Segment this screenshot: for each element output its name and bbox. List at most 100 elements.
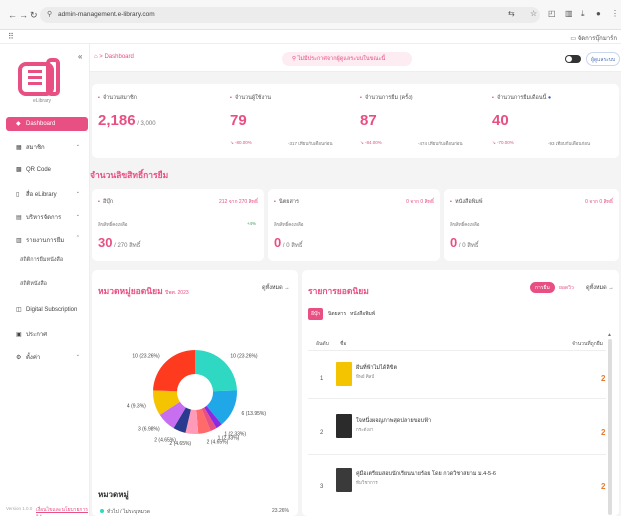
sidebar-item-management[interactable]: ▤ บริหารจัดการ ⌄ [6, 209, 88, 223]
stat-borrow-title: ▪ จำนวนการยืม (ครั้ง) [360, 94, 413, 102]
book-author: กระดังงา [356, 427, 374, 432]
calendar-icon: ▪ [492, 95, 494, 101]
chevron-down-icon: ⌄ [75, 352, 80, 358]
stat-title-text: จำนวนการยืมเดือนนี้ [496, 95, 547, 101]
forward-icon[interactable]: → [19, 10, 28, 20]
translate-icon[interactable]: ⇆ [508, 9, 515, 18]
sidebar-item-settings[interactable]: ⚙ ตั้งค่า ⌄ [6, 349, 88, 363]
scrollbar[interactable] [608, 339, 612, 515]
stat-users-change: ↘ -80.00% [230, 140, 252, 145]
sidebar-item-qr-code[interactable]: ▩ QR Code [6, 163, 88, 177]
license-percent: +4% [246, 221, 256, 226]
announcement-text: ไม่มีประกาศจากผู้ดูแลระบบในขณะนี้ [297, 56, 386, 62]
license-remaining-label: ลิขสิทธิ์คงเหลือ [274, 222, 304, 227]
chevron-down-icon: ⌄ [75, 212, 80, 218]
sidebar-item-dashboard[interactable]: ◆ Dashboard [6, 117, 88, 131]
column-borrow-count: จำนวนที่ถูกยืม [572, 341, 603, 347]
stat-month-compare: -93 เทียบกับเดือนก่อน [548, 141, 591, 146]
sidebar-item-label: รายงานการยืม [26, 238, 65, 244]
period-label[interactable]: ปีพศ. 2023 [165, 290, 189, 296]
stat-month-title: ▪ จำนวนการยืมเดือนนี้ ● [492, 94, 551, 102]
sidebar-item-members[interactable]: ▦ สมาชิก ⌄ [6, 139, 88, 153]
breadcrumb-current: Dashboard [104, 54, 134, 60]
announcement-banner: ⚲ ไม่มีประกาศจากผู้ดูแลระบบในขณะนี้ [282, 52, 412, 66]
popular-categories-title: หมวดหมู่ยอดนิยม ปีพศ. 2023 [98, 284, 189, 298]
license-usage: 212 จาก 270 สิทธิ์ [218, 199, 258, 205]
stat-suffix: / 3,000 [135, 121, 156, 127]
book-author: ทิพย์ ศิลป์ [356, 374, 375, 379]
view-all-books-link[interactable]: ดูทั้งหมด → [586, 284, 614, 292]
view-all-categories-link[interactable]: ดูทั้งหมด → [262, 284, 290, 292]
submenu-borrow-stats[interactable]: สถิติการยืมหนังสือ [20, 256, 63, 264]
info-icon[interactable]: ● [548, 95, 551, 101]
apps-grid-icon[interactable]: ⠿ [8, 32, 14, 41]
book-cover [336, 414, 352, 438]
license-value: 30 / 270 สิทธิ์ [98, 235, 140, 250]
url-text: admin-management.e-library.com [58, 11, 155, 18]
sidebar-item-digital-subscription[interactable]: ◫ Digital Subscription [6, 303, 88, 317]
license-value-text: 30 [98, 235, 113, 250]
subtab-magazine[interactable]: นิตยสาร [328, 310, 346, 318]
sidebar-item-label: Digital Subscription [26, 307, 78, 313]
profile-icon[interactable]: ● [596, 9, 601, 18]
book-icon: ▯ [16, 192, 20, 198]
logo-text: eLibrary [32, 98, 52, 104]
stat-users-compare: -317 เทียบกับเดือนก่อน [288, 141, 333, 146]
pie-slice-label: 10 (23.26%) [230, 353, 258, 359]
license-card-title: ▪ นิตยสาร [274, 198, 299, 206]
license-suffix: / 270 สิทธิ์ [112, 243, 141, 249]
legend-item-percent: 23.26% [272, 508, 289, 514]
user-icon: ▪ [230, 95, 232, 101]
user-menu-button[interactable]: ผู้ดูแลระบบ [586, 52, 620, 66]
document-icon: ▤ [16, 215, 22, 221]
scroll-up-icon[interactable]: ▲ [607, 332, 612, 338]
breadcrumb[interactable]: ⌂ > Dashboard [94, 54, 134, 60]
stat-borrow-change: ↘ -84.00% [360, 140, 382, 145]
site-info-icon[interactable]: ⚲ [47, 10, 52, 18]
chevron-down-icon: ⌄ [75, 189, 80, 195]
category-donut-chart: 10 (23.26%)6 (13.95%)1 (2.33%)1 (2.33%)2… [127, 350, 267, 447]
pie-slice-label: 4 (9.3%) [127, 404, 146, 410]
bookmark-star-icon[interactable]: ☆ [530, 9, 537, 18]
menu-icon[interactable]: ⋮ [611, 9, 619, 18]
home-icon: ⌂ [94, 54, 98, 60]
stat-value-text: 2,186 [98, 112, 136, 129]
ebook-icon: ▪ [98, 199, 100, 205]
pie-slice-label: 3 (6.98%) [138, 427, 160, 433]
sidebar-item-media[interactable]: ▯ สื่อ eLibrary ⌄ [6, 186, 88, 200]
submenu-book-stats[interactable]: สถิติหนังสือ [20, 280, 47, 288]
version-text: Version 1.0.0 [6, 506, 33, 511]
subtab-ebook[interactable]: อีบุ๊ก [308, 308, 324, 320]
qr-icon: ▩ [16, 167, 22, 173]
sidebar-item-announcements[interactable]: ▣ ประกาศ [6, 326, 88, 340]
stat-borrow-value: 87 [360, 112, 377, 129]
address-bar[interactable]: ⚲ admin-management.e-library.com [40, 7, 540, 23]
browser-toolbar: ← → ↻ ⚲ admin-management.e-library.com ⇆… [0, 0, 621, 30]
row-rank: 2 [320, 430, 324, 436]
bookmark-bar: ⠿ ▭ จัดการบุ๊กมาร์ก [0, 30, 621, 44]
row-rank: 3 [320, 484, 324, 490]
collapse-sidebar-icon[interactable]: « [78, 52, 82, 61]
sidebar-item-label: ตั้งค่า [26, 355, 41, 361]
all-bookmarks[interactable]: ▭ จัดการบุ๊กมาร์ก [570, 33, 617, 43]
pie-slice-label: 6 (13.95%) [242, 411, 267, 417]
stat-borrow-compare: -474 เทียบกับเดือนก่อน [418, 141, 463, 146]
license-card-ebook: ▪ อีบุ๊ก 212 จาก 270 สิทธิ์ ลิขสิทธิ์คงเห… [92, 189, 264, 261]
extensions-icon[interactable]: ◰ [548, 9, 556, 18]
download-icon[interactable]: ⤓ [581, 9, 585, 19]
reload-icon[interactable]: ↻ [30, 10, 38, 20]
back-icon[interactable]: ← [8, 10, 17, 20]
stat-month-change: ↘ -70.00% [492, 140, 514, 145]
pie-slice-label: 2 (4.65%) [207, 440, 229, 446]
terms-link[interactable]: เงื่อนไขและนโยบายการใช้งาน [36, 506, 89, 516]
theme-toggle[interactable] [565, 55, 581, 63]
sidebar-item-label: Dashboard [26, 121, 56, 127]
subtab-newspaper[interactable]: หนังสือพิมพ์ [350, 310, 375, 318]
stat-members-title: ▪ จำนวนสมาชิก [98, 94, 137, 102]
sidebar-item-reports[interactable]: ▥ รายงานการยืม ⌃ [6, 232, 88, 246]
tab-borrow[interactable]: การยืม [530, 282, 555, 293]
tab-views[interactable]: ยอดวิว [554, 282, 579, 293]
book-cover [336, 468, 352, 492]
sidebar-icon[interactable]: ▥ [565, 9, 573, 18]
stat-month-value: 40 [492, 112, 509, 129]
